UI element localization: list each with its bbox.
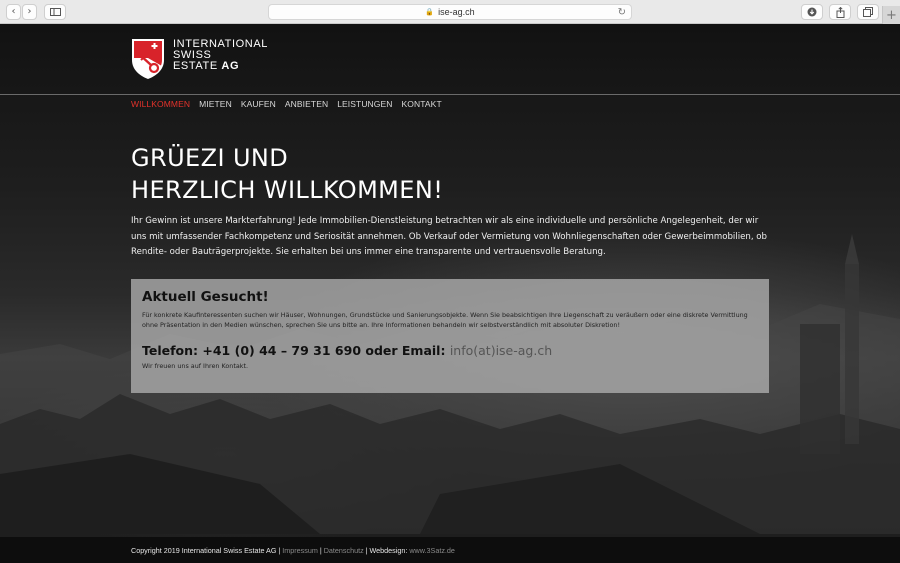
browser-toolbar: ‹ › 🔒 ise-ag.ch ↻ + [0, 0, 900, 24]
webdesign-label: | Webdesign: [363, 546, 410, 555]
nav-item-kaufen[interactable]: KAUFEN [241, 99, 276, 109]
welcome-section: GRÜEZI UND HERZLICH WILLKOMMEN! Ihr Gewi… [131, 142, 771, 261]
web-page: INTERNATIONAL SWISS ESTATE AG WILLKOMMEN… [0, 24, 900, 563]
webdesign-link[interactable]: www.3Satz.de [409, 546, 455, 555]
download-icon [807, 7, 817, 17]
impressum-link[interactable]: Impressum [282, 546, 318, 555]
logo-wordmark: INTERNATIONAL SWISS ESTATE AG [173, 38, 268, 72]
wanted-title: Aktuell Gesucht! [142, 289, 269, 305]
logo-ag: AG [221, 60, 240, 72]
wanted-description: Für konkrete Kaufinteressenten suchen wi… [142, 311, 748, 329]
plus-icon: + [886, 7, 897, 23]
page-title: GRÜEZI UND HERZLICH WILLKOMMEN! [131, 142, 771, 206]
chevron-right-icon: › [27, 6, 32, 17]
email-link[interactable]: info(at)ise-ag.ch [450, 343, 552, 358]
main-navigation: WILLKOMMEN MIETEN KAUFEN ANBIETEN LEISTU… [131, 99, 442, 109]
title-line-2: HERZLICH WILLKOMMEN! [131, 176, 444, 204]
forward-button[interactable]: › [22, 4, 37, 20]
title-line-1: GRÜEZI UND [131, 144, 289, 172]
chevron-left-icon: ‹ [11, 6, 16, 17]
nav-item-leistungen[interactable]: LEISTUNGEN [337, 99, 392, 109]
thanks-text: Wir freuen uns auf Ihren Kontakt. [142, 362, 248, 370]
nav-item-anbieten[interactable]: ANBIETEN [285, 99, 328, 109]
phone-text: Telefon: +41 (0) 44 – 79 31 690 oder Ema… [142, 343, 450, 358]
logo-line-3: ESTATE [173, 60, 218, 72]
share-button[interactable] [829, 4, 851, 20]
footer-text: Copyright 2019 International Swiss Estat… [131, 546, 455, 555]
nav-item-willkommen[interactable]: WILLKOMMEN [131, 99, 190, 109]
sidebar-button[interactable] [44, 4, 66, 20]
intro-text: Ihr Gewinn ist unsere Markterfahrung! Je… [131, 216, 767, 257]
address-bar[interactable]: 🔒 ise-ag.ch ↻ [268, 4, 632, 20]
share-icon [836, 6, 844, 18]
site-footer: Copyright 2019 International Swiss Estat… [0, 537, 900, 563]
nav-item-mieten[interactable]: MIETEN [199, 99, 232, 109]
downloads-button[interactable] [801, 4, 823, 20]
swiss-key-shield-icon [132, 39, 164, 79]
site-header: INTERNATIONAL SWISS ESTATE AG [0, 24, 900, 95]
copyright-text: Copyright 2019 International Swiss Estat… [131, 546, 283, 555]
lock-icon: 🔒 [425, 9, 435, 16]
back-button[interactable]: ‹ [6, 4, 21, 20]
wanted-box: Aktuell Gesucht! Für konkrete Kaufintere… [131, 279, 769, 393]
tabs-icon [863, 7, 873, 17]
nav-item-kontakt[interactable]: KONTAKT [402, 99, 442, 109]
new-tab-button[interactable]: + [882, 6, 900, 24]
datenschutz-link[interactable]: Datenschutz [324, 546, 364, 555]
reload-icon[interactable]: ↻ [618, 7, 626, 18]
tabs-button[interactable] [857, 4, 879, 20]
contact-line: Telefon: +41 (0) 44 – 79 31 690 oder Ema… [142, 343, 758, 358]
sidebar-icon [49, 8, 61, 16]
url-text: ise-ag.ch [438, 7, 475, 17]
site-logo[interactable]: INTERNATIONAL SWISS ESTATE AG [131, 38, 268, 80]
